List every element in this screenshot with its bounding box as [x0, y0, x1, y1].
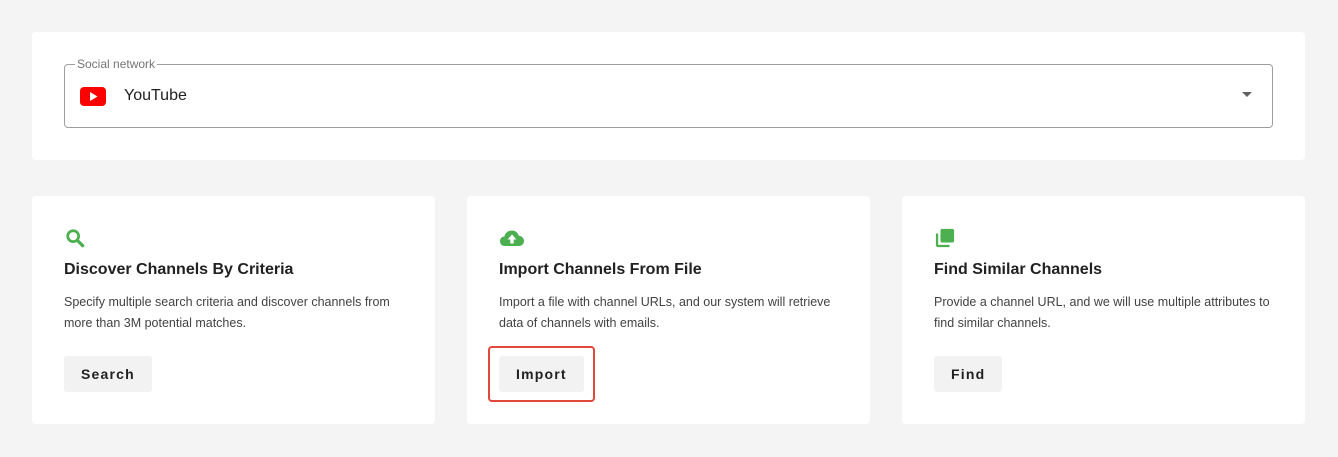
card-title: Import Channels From File	[499, 261, 702, 278]
search-button[interactable]: Search	[64, 356, 152, 392]
card-title: Discover Channels By Criteria	[64, 261, 294, 278]
similar-card: Find Similar Channels Provide a channel …	[902, 196, 1305, 424]
copy-icon	[935, 228, 955, 248]
import-card: Import Channels From File Import a file …	[467, 196, 870, 424]
import-button[interactable]: Import	[499, 356, 584, 392]
social-network-panel: Social network YouTube	[32, 32, 1305, 160]
chevron-down-icon[interactable]	[1242, 92, 1252, 97]
social-network-select[interactable]: Social network YouTube	[64, 57, 1273, 128]
find-button[interactable]: Find	[934, 356, 1003, 392]
social-network-value: YouTube	[124, 87, 187, 104]
search-icon	[66, 229, 85, 248]
card-description: Provide a channel URL, and we will use m…	[934, 295, 1270, 330]
card-description: Import a file with channel URLs, and our…	[499, 295, 831, 330]
social-network-label: Social network	[75, 57, 158, 71]
discover-card: Discover Channels By Criteria Specify mu…	[32, 196, 435, 424]
youtube-icon	[80, 87, 106, 106]
cloud-upload-icon	[500, 230, 524, 246]
card-description: Specify multiple search criteria and dis…	[64, 295, 390, 330]
card-title: Find Similar Channels	[934, 261, 1103, 278]
